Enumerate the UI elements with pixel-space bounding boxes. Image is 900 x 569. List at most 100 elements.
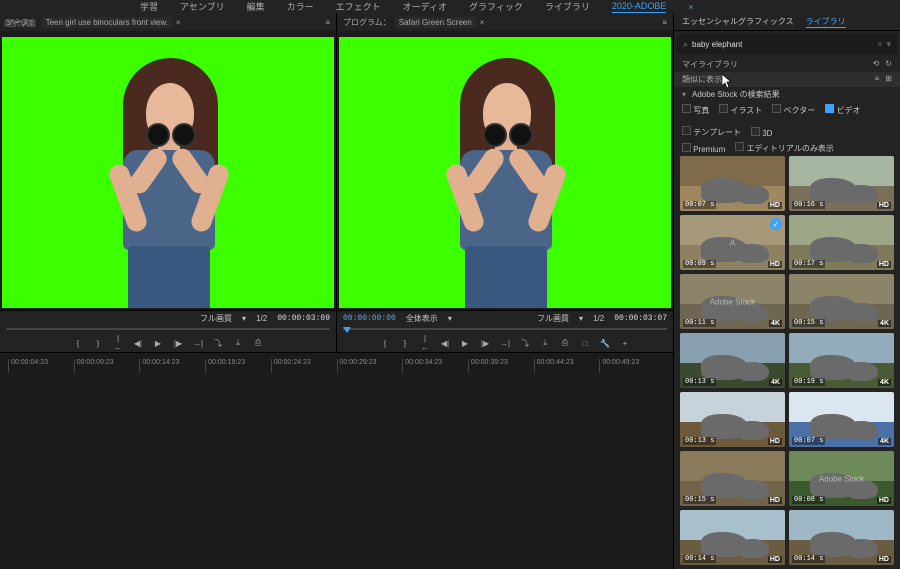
workspace-tab-active[interactable]: 2020-ADOBE [612, 1, 667, 13]
timeline-ruler[interactable]: 00:00:04:2300:00:09:2300:00:14:2300:00:1… [8, 359, 665, 373]
stock-thumbnail[interactable]: 00:14 s HD [789, 510, 894, 565]
sync-icon[interactable]: ⟲ [873, 59, 880, 70]
overwrite-button[interactable]: ⤓ [233, 338, 243, 348]
refresh-icon[interactable]: ↻ [885, 59, 892, 70]
list-view-icon[interactable]: ≡ [875, 74, 880, 85]
stock-thumbnail[interactable]: 00:15 s HD [680, 451, 785, 506]
filter-illust[interactable]: イラスト [719, 104, 762, 116]
chevron-down-icon[interactable]: ▾ [242, 314, 246, 323]
filter-video[interactable]: ビデオ [825, 104, 860, 116]
stock-thumbnail[interactable]: 00:16 s HD [789, 156, 894, 211]
filter-premium[interactable]: Premium [682, 143, 725, 154]
go-to-out-button[interactable]: →| [500, 339, 510, 348]
stock-thumbnail[interactable]: 00:13 s 4K [680, 333, 785, 388]
tab-essential-graphics[interactable]: エッセンシャルグラフィックス [682, 16, 794, 27]
grid-view-icon[interactable]: ⊞ [885, 74, 892, 85]
tab-library[interactable]: ライブラリ [806, 16, 846, 28]
mark-out-button[interactable]: } [93, 339, 103, 348]
workspace-tab[interactable]: 編集 [247, 0, 265, 13]
source-viewport[interactable] [0, 31, 336, 310]
timeline-tick[interactable]: 00:00:19:23 [205, 359, 271, 373]
stock-thumbnail[interactable]: 00:19 s 4K [789, 333, 894, 388]
timeline-tick[interactable]: 00:00:44:23 [534, 359, 600, 373]
stock-thumbnail[interactable]: 00:09 s HD A ✓ [680, 215, 785, 270]
mark-in-button[interactable]: { [380, 339, 390, 348]
mark-out-button[interactable]: } [400, 339, 410, 348]
stock-thumbnail[interactable]: 00:07 s 4K [789, 392, 894, 447]
workspace-tab[interactable]: カラー [287, 0, 314, 13]
workspace-tab[interactable]: アセンブリ [180, 0, 225, 13]
my-libraries-dropdown[interactable]: マイライブラリ [682, 59, 738, 70]
program-viewport[interactable] [337, 31, 673, 310]
stock-thumbnail[interactable]: 00:15 s 4K [789, 274, 894, 329]
go-to-in-button[interactable]: |← [420, 334, 430, 352]
stock-results-grid[interactable]: 00:07 s HD 00:16 s HD 00:09 s HD A ✓ 00:… [674, 156, 900, 569]
stock-thumbnail[interactable]: 00:13 s HD [680, 392, 785, 447]
timeline-tick[interactable]: 00:00:34:23 [402, 359, 468, 373]
timeline-tick[interactable]: 00:00:29:23 [337, 359, 403, 373]
timeline-tick[interactable]: 00:00:49:23 [599, 359, 665, 373]
program-sequence-tab[interactable]: Safari Green Screen [395, 17, 476, 28]
program-duration-tc[interactable]: 00:00:03:07 [614, 314, 667, 323]
export-frame-button[interactable]: ⎙ [253, 338, 263, 348]
stock-thumbnail[interactable]: 00:11 s 4K Adobe Stock [680, 274, 785, 329]
stock-thumbnail[interactable]: 00:07 s HD [680, 156, 785, 211]
play-button[interactable]: ▶ [153, 339, 163, 348]
panel-menu-icon[interactable]: ≡ [662, 18, 667, 27]
source-clip-tab[interactable]: Teen girl use binoculars front view. [42, 17, 172, 28]
timeline-tick[interactable]: 00:00:04:23 [8, 359, 74, 373]
mark-in-button[interactable]: { [73, 339, 83, 348]
search-input[interactable] [692, 40, 873, 49]
display-mode[interactable]: 全体表示 [406, 313, 438, 324]
insert-button[interactable]: ⤵ [213, 338, 223, 349]
fit-label[interactable]: フル画質 [200, 313, 232, 324]
step-back-button[interactable]: ◀| [440, 339, 450, 348]
extract-button[interactable]: ⤓ [540, 338, 550, 348]
workspace-tab[interactable]: オーディオ [403, 0, 447, 13]
play-button[interactable]: ▶ [460, 339, 470, 348]
source-ruler[interactable] [6, 328, 330, 330]
timeline-tick[interactable]: 00:00:39:23 [468, 359, 534, 373]
filter-vector[interactable]: ベクター [772, 104, 815, 116]
caret-down-icon[interactable]: ▾ [682, 90, 686, 99]
filter-template[interactable]: テンプレート [682, 126, 741, 138]
filter-3d[interactable]: 3D [751, 127, 772, 138]
chevron-down-icon[interactable]: ▾ [886, 39, 891, 50]
button-editor[interactable]: + [620, 339, 630, 348]
stock-thumbnail[interactable]: 00:14 s HD [680, 510, 785, 565]
library-search[interactable]: ⌕ × ▾ [677, 34, 897, 54]
program-ruler[interactable] [343, 328, 667, 330]
fit-label[interactable]: フル画質 [537, 313, 569, 324]
panel-menu-icon[interactable]: ≡ [325, 18, 330, 27]
step-forward-button[interactable]: |▶ [173, 339, 183, 348]
timeline-tick[interactable]: 00:00:24:23 [271, 359, 337, 373]
go-to-out-button[interactable]: →| [193, 339, 203, 348]
view-similar-button[interactable]: 類似に表示 [682, 74, 722, 85]
workspace-close-icon[interactable]: × [688, 2, 693, 12]
settings-button[interactable]: 🔧 [600, 339, 610, 348]
comparison-button[interactable]: □ [580, 339, 590, 348]
timeline-panel[interactable]: 00:00:04:2300:00:09:2300:00:14:2300:00:1… [0, 353, 673, 569]
zoom-level[interactable]: 1/2 [593, 314, 604, 323]
zoom-level[interactable]: 1/2 [256, 314, 267, 323]
workspace-tab[interactable]: グラフィック [469, 0, 523, 13]
workspace-tab[interactable]: ライブラリ [545, 0, 590, 13]
timeline-tick[interactable]: 00:00:14:23 [139, 359, 205, 373]
source-timecode[interactable]: 00:00:03:09 [277, 314, 330, 323]
program-playhead-tc[interactable]: 00:00:00:00 [343, 314, 396, 323]
filter-photo[interactable]: 写真 [682, 104, 709, 116]
playhead-icon[interactable] [343, 327, 351, 333]
go-to-in-button[interactable]: |← [113, 334, 123, 352]
step-back-button[interactable]: ◀| [133, 339, 143, 348]
lift-button[interactable]: ⤵ [520, 338, 530, 349]
filter-editorial[interactable]: エディトリアルのみ表示 [735, 142, 834, 154]
workspace-tab[interactable]: 学習 [140, 0, 158, 13]
chevron-down-icon[interactable]: ▾ [579, 314, 583, 323]
workspace-tab[interactable]: エフェクト [336, 0, 381, 13]
step-forward-button[interactable]: |▶ [480, 339, 490, 348]
close-icon[interactable]: × [480, 18, 485, 27]
chevron-down-icon[interactable]: ▾ [448, 314, 452, 323]
clear-search-icon[interactable]: × [877, 39, 882, 49]
timeline-tick[interactable]: 00:00:09:23 [74, 359, 140, 373]
stock-thumbnail[interactable]: 00:08 s HD Adobe Stock [789, 451, 894, 506]
